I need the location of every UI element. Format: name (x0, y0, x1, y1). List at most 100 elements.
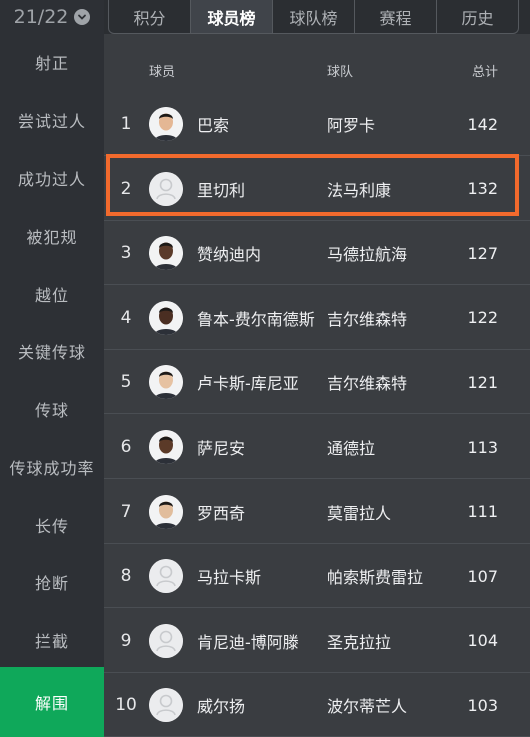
player-name[interactable]: 鲁本-费尔南德斯 (197, 286, 315, 350)
player-avatar (149, 300, 183, 335)
player-name[interactable]: 赞纳迪内 (197, 221, 261, 285)
total-value: 104 (467, 631, 498, 651)
sidebar-item[interactable]: 成功过人 (0, 149, 104, 207)
team-name[interactable]: 吉尔维森特 (327, 350, 407, 414)
avatar-placeholder-icon (149, 688, 183, 723)
avatar-placeholder-icon (149, 559, 183, 594)
player-name[interactable]: 罗西奇 (197, 480, 245, 544)
sidebar-item[interactable]: 拦截 (0, 611, 104, 669)
rank-number: 4 (120, 307, 132, 328)
header-total: 总计 (471, 65, 498, 80)
player-ranking-table: 球员 球队 总计 1 巴索 阿罗卡 142 2 里切利 法马利康 132 3 赞纳迪内 马德拉航海 1… (104, 34, 530, 737)
sidebar-item[interactable]: 抢断 (0, 553, 104, 611)
sidebar-item[interactable]: 传球成功率 (0, 438, 104, 496)
tab-label: 历史 (461, 8, 494, 28)
team-name[interactable]: 阿罗卡 (327, 92, 375, 156)
sidebar-item-label: 射正 (34, 54, 69, 73)
header-player: 球员 (149, 65, 176, 80)
sidebar-item[interactable]: 尝试过人 (0, 91, 104, 149)
team-name[interactable]: 莫雷拉人 (327, 480, 391, 544)
sidebar-item[interactable]: 越位 (0, 265, 104, 323)
tab-label: 球队榜 (289, 8, 338, 28)
rank-number: 6 (120, 437, 132, 457)
player-name[interactable]: 巴索 (197, 92, 229, 156)
sidebar-item-label: 解围 (34, 694, 69, 713)
rank-number: 7 (120, 501, 132, 522)
tab[interactable]: 球员榜 (191, 0, 273, 33)
table-row[interactable]: 8 马拉卡斯 帕索斯费雷拉 107 (104, 544, 530, 609)
sidebar-item-label: 传球成功率 (9, 459, 95, 478)
rank-number: 9 (120, 630, 132, 651)
header-team: 球队 (327, 65, 354, 80)
player-ranking-screen: 21/22 射正尝试过人成功过人被犯规越位关键传球传球传球成功率长传抢断拦截解围… (0, 0, 530, 737)
sidebar-item-label: 成功过人 (17, 170, 86, 189)
tab[interactable]: 历史 (437, 0, 518, 33)
total-value: 111 (467, 502, 498, 522)
table-row[interactable]: 1 巴索 阿罗卡 142 (104, 92, 530, 156)
tab[interactable]: 积分 (109, 0, 191, 33)
top-tab-bar: 积分 球员榜 球队榜 赛程 历史 (104, 0, 530, 34)
season-label: 21/22 (13, 6, 69, 28)
team-name[interactable]: 马德拉航海 (327, 221, 407, 285)
player-name[interactable]: 卢卡斯-库尼亚 (197, 350, 299, 414)
team-name[interactable]: 波尔蒂芒人 (327, 673, 407, 737)
sidebar-item-label: 长传 (34, 517, 69, 536)
highlight-box (106, 154, 519, 216)
total-value: 107 (467, 566, 498, 586)
table-row[interactable]: 10 威尔扬 波尔蒂芒人 103 (104, 673, 530, 737)
sidebar-item-label: 被犯规 (26, 228, 78, 247)
player-avatar (149, 494, 183, 529)
table-row[interactable]: 7 罗西奇 莫雷拉人 111 (104, 480, 530, 544)
team-name[interactable]: 帕索斯费雷拉 (327, 544, 423, 608)
tab-label: 积分 (133, 8, 166, 28)
player-name[interactable]: 马拉卡斯 (197, 544, 261, 608)
table-row[interactable]: 9 肯尼迪-博阿滕 圣克拉拉 104 (104, 609, 530, 673)
total-value: 103 (467, 695, 498, 715)
sidebar-item[interactable]: 射正 (0, 33, 104, 91)
player-avatar (149, 430, 183, 464)
team-name[interactable]: 圣克拉拉 (327, 609, 391, 673)
player-avatar (149, 107, 183, 141)
tab-group: 积分 球员榜 球队榜 赛程 历史 (108, 0, 519, 34)
sidebar-item-label: 关键传球 (17, 343, 86, 362)
sidebar-item[interactable]: 解围 (0, 667, 104, 737)
total-value: 121 (467, 372, 498, 392)
rank-number: 5 (120, 372, 132, 393)
player-name[interactable]: 肯尼迪-博阿滕 (197, 609, 299, 673)
total-value: 142 (467, 114, 498, 134)
table-header: 球员 球队 总计 (104, 48, 530, 92)
rank-number: 10 (115, 695, 137, 716)
player-avatar (149, 365, 183, 400)
chevron-down-icon (74, 9, 91, 25)
player-name[interactable]: 萨尼安 (197, 415, 245, 479)
tab[interactable]: 赛程 (355, 0, 437, 33)
table-row[interactable]: 5 卢卡斯-库尼亚 吉尔维森特 121 (104, 350, 530, 415)
season-selector[interactable]: 21/22 (0, 0, 104, 34)
player-avatar (149, 236, 183, 271)
total-value: 122 (467, 308, 498, 328)
table-row[interactable]: 3 赞纳迪内 马德拉航海 127 (104, 221, 530, 286)
sidebar-item-label: 传球 (34, 401, 69, 420)
sidebar-item[interactable]: 传球 (0, 380, 104, 438)
team-name[interactable]: 吉尔维森特 (327, 286, 407, 350)
stat-category-sidebar: 21/22 射正尝试过人成功过人被犯规越位关键传球传球传球成功率长传抢断拦截解围 (0, 0, 104, 737)
tab-label: 球员榜 (207, 8, 256, 28)
rank-number: 3 (120, 243, 132, 264)
tab-label: 赛程 (379, 8, 412, 28)
avatar-placeholder-icon (149, 623, 183, 658)
table-row[interactable]: 4 鲁本-费尔南德斯 吉尔维森特 122 (104, 286, 530, 350)
sidebar-item[interactable]: 长传 (0, 496, 104, 554)
sidebar-item-label: 尝试过人 (17, 112, 86, 131)
sidebar-item[interactable]: 被犯规 (0, 207, 104, 265)
sidebar-item-label: 越位 (34, 286, 69, 305)
rank-number: 8 (120, 566, 132, 587)
player-name[interactable]: 威尔扬 (197, 673, 245, 737)
sidebar-item-label: 抢断 (34, 574, 69, 593)
sidebar-item-label: 拦截 (34, 632, 69, 651)
sidebar-item[interactable]: 关键传球 (0, 322, 104, 380)
total-value: 113 (467, 437, 498, 457)
tab[interactable]: 球队榜 (273, 0, 355, 33)
table-row[interactable]: 6 萨尼安 通德拉 113 (104, 415, 530, 479)
team-name[interactable]: 通德拉 (327, 415, 375, 479)
total-value: 127 (467, 243, 498, 263)
